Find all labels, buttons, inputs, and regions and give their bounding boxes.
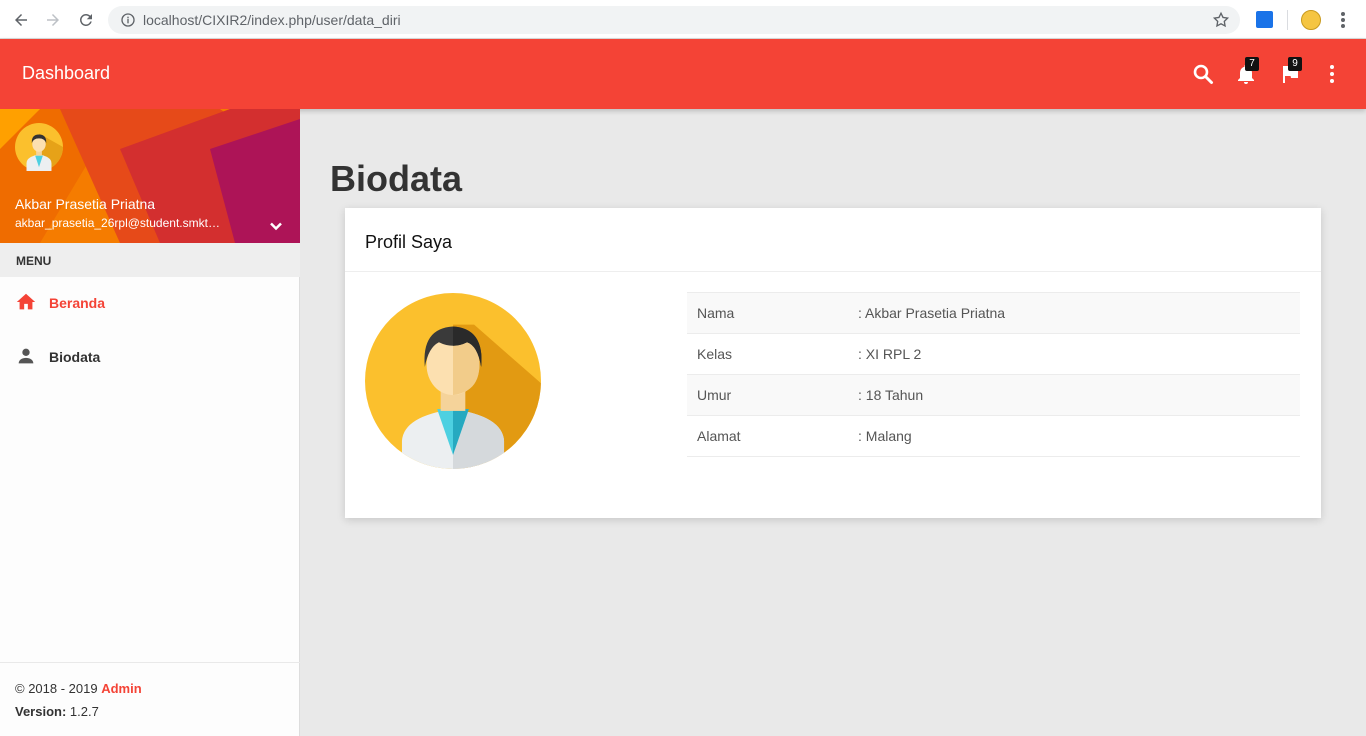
copyright-brand-link[interactable]: Admin [101,681,141,696]
sidebar-item-label: Beranda [49,295,106,311]
user-name[interactable]: Akbar Prasetia Priatna [15,196,155,212]
profile-table: Nama : Akbar Prasetia Priatna Kelas : XI… [687,292,1300,457]
card-header: Profil Saya [345,208,1321,272]
field-value-nama: : Akbar Prasetia Priatna [858,292,1300,334]
user-email: akbar_prasetia_26rpl@student.smktelkom-m… [15,216,220,230]
table-row: Nama : Akbar Prasetia Priatna [687,292,1300,334]
sidebar-item-beranda[interactable]: Beranda [0,277,300,329]
bookmark-star-icon[interactable] [1212,11,1230,29]
app-title[interactable]: Dashboard [22,63,110,84]
table-row: Alamat : Malang [687,415,1300,457]
table-row: Umur : 18 Tahun [687,374,1300,416]
user-info-panel: Akbar Prasetia Priatna akbar_prasetia_26… [0,109,300,243]
browser-toolbar: localhost/CIXIR2/index.php/user/data_dir… [0,0,1366,39]
person-icon [18,348,34,364]
toolbar-divider [1287,10,1288,30]
reload-icon[interactable] [75,9,97,31]
chevron-down-icon[interactable] [266,216,286,236]
card-title: Profil Saya [365,232,453,252]
table-row: Kelas : XI RPL 2 [687,333,1300,375]
profile-avatar-image [365,293,541,469]
profile-card: Profil Saya Nama : Akbar Prasetia Priatn… [345,208,1321,518]
version-value: 1.2.7 [66,704,99,719]
browser-menu-icon[interactable] [1336,10,1350,30]
field-label-alamat: Alamat [687,415,858,457]
version-label: Version: [15,704,67,719]
info-icon[interactable] [120,12,136,28]
page-title: Biodata [330,158,463,199]
menu-header: MENU [0,243,300,277]
sidebar-footer: © 2018 - 2019 Admin Version: 1.2.7 [0,662,300,736]
sidebar: Akbar Prasetia Priatna akbar_prasetia_26… [0,109,300,736]
notifications-count-badge: 7 [1245,57,1259,71]
sidebar-item-label: Biodata [49,349,101,365]
version-text: Version: 1.2.7 [15,704,99,719]
more-vert-icon[interactable] [1320,62,1344,86]
field-value-kelas: : XI RPL 2 [858,333,1300,375]
address-bar[interactable]: localhost/CIXIR2/index.php/user/data_dir… [108,6,1240,34]
app-header: Dashboard 7 9 [0,39,1366,109]
field-label-nama: Nama [687,292,858,334]
user-avatar[interactable] [15,123,63,171]
field-value-alamat: : Malang [858,415,1300,457]
home-icon [16,293,36,310]
copyright-text: © 2018 - 2019 Admin [15,681,142,696]
copyright-prefix: © 2018 - 2019 [15,681,102,696]
back-icon[interactable] [10,9,32,31]
field-value-umur: : 18 Tahun [858,374,1300,416]
field-label-kelas: Kelas [687,333,858,375]
url-text[interactable]: localhost/CIXIR2/index.php/user/data_dir… [143,12,401,28]
emoji-extension-icon[interactable] [1301,10,1321,30]
tasks-count-badge: 9 [1288,57,1302,71]
search-icon[interactable] [1191,62,1215,86]
sidebar-item-biodata[interactable]: Biodata [0,331,300,383]
field-label-umur: Umur [687,374,858,416]
forward-icon[interactable] [42,9,64,31]
extension-icon[interactable] [1256,11,1273,28]
